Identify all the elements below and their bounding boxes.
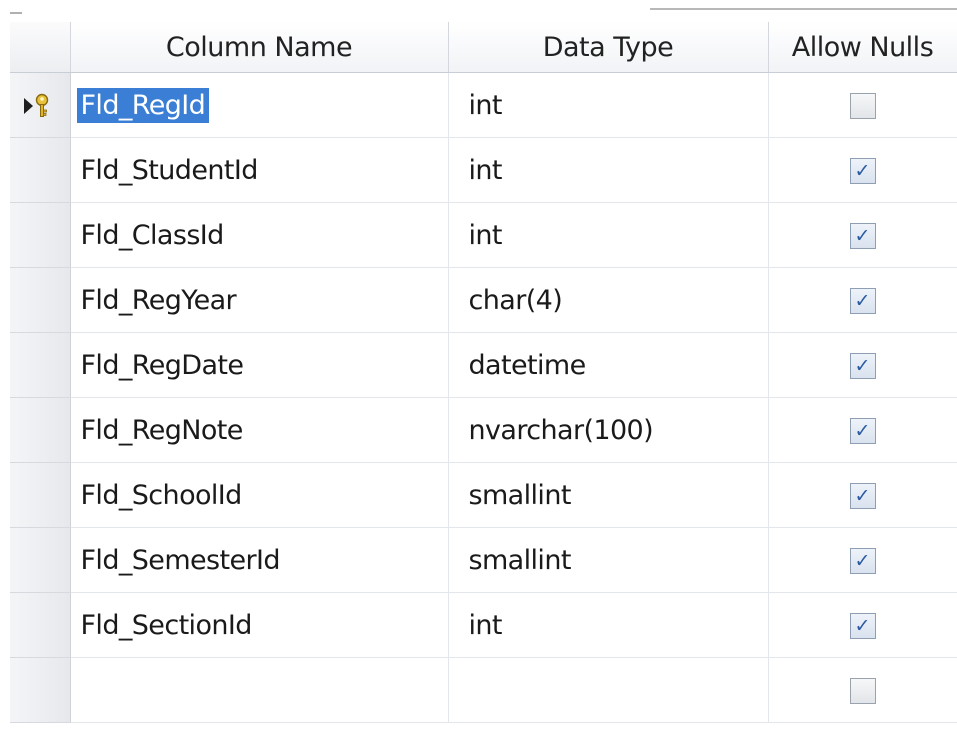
allow-nulls-checkbox[interactable]: ✓ <box>849 613 876 639</box>
table-row[interactable]: Fld_ClassId int ✓ <box>10 202 957 268</box>
row-selector[interactable] <box>10 592 71 658</box>
columns-grid: Column Name Data Type Allow Nulls Fld_Re… <box>10 22 957 723</box>
column-name-cell[interactable]: Fld_SectionId <box>70 592 449 658</box>
allow-nulls-cell: ✓ <box>768 332 957 398</box>
column-name-text: Fld_SectionId <box>80 609 253 641</box>
checkmark-icon: ✓ <box>854 160 871 182</box>
allow-nulls-checkbox[interactable]: ✓ <box>849 223 876 249</box>
data-type-cell[interactable]: int <box>448 72 769 138</box>
allow-nulls-checkbox[interactable] <box>849 678 876 704</box>
checkmark-icon: ✓ <box>854 420 871 442</box>
current-row-arrow-icon <box>24 97 33 114</box>
data-type-cell[interactable]: int <box>448 202 769 268</box>
column-name-text: Fld_ClassId <box>80 219 225 251</box>
allow-nulls-checkbox[interactable]: ✓ <box>849 158 876 184</box>
row-selector[interactable] <box>10 462 71 528</box>
data-type-cell[interactable]: char(4) <box>448 267 769 333</box>
data-type-cell[interactable]: int <box>448 592 769 658</box>
allow-nulls-cell: ✓ <box>768 527 957 593</box>
checkmark-icon: ✓ <box>854 355 871 377</box>
checkmark-icon: ✓ <box>854 290 871 312</box>
checkmark-icon: ✓ <box>854 615 871 637</box>
allow-nulls-checkbox[interactable]: ✓ <box>849 418 876 444</box>
table-row[interactable]: Fld_RegYear char(4) ✓ <box>10 267 957 333</box>
checkmark-icon: ✓ <box>854 225 871 247</box>
allow-nulls-checkbox[interactable]: ✓ <box>849 548 876 574</box>
table-row[interactable]: Fld_StudentId int ✓ <box>10 137 957 203</box>
data-type-cell[interactable]: datetime <box>448 332 769 398</box>
row-selector[interactable] <box>10 267 71 333</box>
allow-nulls-checkbox[interactable]: ✓ <box>849 353 876 379</box>
column-name-cell[interactable]: Fld_SchoolId <box>70 462 449 528</box>
grid-body: Fld_RegId int Fld_StudentId int ✓ Fld_ClassId… <box>10 72 957 723</box>
row-marker <box>24 91 50 121</box>
table-row[interactable]: Fld_RegDate datetime ✓ <box>10 332 957 398</box>
allow-nulls-header[interactable]: Allow Nulls <box>768 22 957 73</box>
table-row[interactable]: Fld_SchoolId smallint ✓ <box>10 462 957 528</box>
table-row[interactable]: Fld_RegNote nvarchar(100) ✓ <box>10 397 957 463</box>
data-type-text: datetime <box>468 349 587 381</box>
data-type-text: int <box>468 89 503 121</box>
row-selector[interactable] <box>10 332 71 398</box>
data-type-cell[interactable] <box>448 657 769 723</box>
data-type-cell[interactable]: smallint <box>448 462 769 528</box>
column-name-text: Fld_SemesterId <box>80 544 281 576</box>
row-selector-header[interactable] <box>10 22 71 73</box>
column-name-cell[interactable]: Fld_StudentId <box>70 137 449 203</box>
table-row[interactable]: Fld_SemesterId smallint ✓ <box>10 527 957 593</box>
table-designer: Column Name Data Type Allow Nulls Fld_Re… <box>0 0 957 732</box>
allow-nulls-cell: ✓ <box>768 137 957 203</box>
row-selector[interactable] <box>10 397 71 463</box>
column-name-cell[interactable]: Fld_SemesterId <box>70 527 449 593</box>
allow-nulls-checkbox[interactable]: ✓ <box>849 483 876 509</box>
column-name-text: Fld_RegNote <box>80 414 244 446</box>
table-row[interactable]: Fld_SectionId int ✓ <box>10 592 957 658</box>
allow-nulls-checkbox[interactable]: ✓ <box>849 288 876 314</box>
column-name-cell[interactable]: Fld_RegNote <box>70 397 449 463</box>
allow-nulls-cell <box>768 72 957 138</box>
allow-nulls-cell: ✓ <box>768 592 957 658</box>
table-row[interactable] <box>10 657 957 723</box>
data-type-text: smallint <box>468 479 572 511</box>
column-name-text: Fld_SchoolId <box>80 479 243 511</box>
data-type-text: smallint <box>468 544 572 576</box>
corner-tick <box>10 12 22 14</box>
window-edge-divider <box>650 8 957 10</box>
column-name-text: Fld_StudentId <box>80 154 259 186</box>
column-name-cell[interactable] <box>70 657 449 723</box>
column-name-header[interactable]: Column Name <box>70 22 449 73</box>
table-row[interactable]: Fld_RegId int <box>10 72 957 138</box>
column-name-text: Fld_RegYear <box>80 284 237 316</box>
column-name-cell[interactable]: Fld_ClassId <box>70 202 449 268</box>
allow-nulls-cell <box>768 657 957 723</box>
checkmark-icon: ✓ <box>854 550 871 572</box>
data-type-text: char(4) <box>468 284 563 316</box>
row-selector[interactable] <box>10 137 71 203</box>
allow-nulls-cell: ✓ <box>768 462 957 528</box>
data-type-cell[interactable]: int <box>448 137 769 203</box>
row-selector[interactable] <box>10 527 71 593</box>
data-type-header[interactable]: Data Type <box>448 22 769 73</box>
column-name-cell[interactable]: Fld_RegDate <box>70 332 449 398</box>
column-name-text: Fld_RegId <box>76 87 210 123</box>
data-type-cell[interactable]: smallint <box>448 527 769 593</box>
row-selector[interactable] <box>10 72 71 138</box>
row-selector[interactable] <box>10 202 71 268</box>
grid-header-row: Column Name Data Type Allow Nulls <box>10 22 957 73</box>
allow-nulls-cell: ✓ <box>768 267 957 333</box>
data-type-text: int <box>468 154 503 186</box>
checkmark-icon: ✓ <box>854 485 871 507</box>
row-selector[interactable] <box>10 657 71 723</box>
data-type-cell[interactable]: nvarchar(100) <box>448 397 769 463</box>
allow-nulls-cell: ✓ <box>768 397 957 463</box>
primary-key-icon <box>34 93 50 119</box>
allow-nulls-checkbox[interactable] <box>849 93 876 119</box>
column-name-cell[interactable]: Fld_RegYear <box>70 267 449 333</box>
data-type-text: nvarchar(100) <box>468 414 654 446</box>
allow-nulls-cell: ✓ <box>768 202 957 268</box>
column-name-text: Fld_RegDate <box>80 349 245 381</box>
column-name-cell[interactable]: Fld_RegId <box>70 72 449 138</box>
data-type-text: int <box>468 219 503 251</box>
data-type-text: int <box>468 609 503 641</box>
